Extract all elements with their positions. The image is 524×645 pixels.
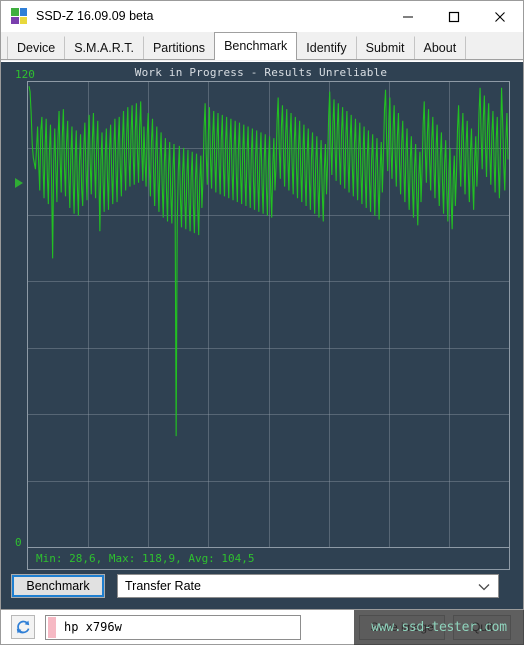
minimize-button[interactable] [385,1,431,32]
y-axis-max-label: 120 [15,68,35,81]
device-color-swatch [48,616,56,638]
maximize-button[interactable] [431,1,477,32]
tab-strip: Device S.M.A.R.T. Partitions Benchmark I… [1,32,523,60]
benchmark-stats-text: Min: 28,6, Max: 118,9, Avg: 104,5 [36,552,255,565]
benchmark-panel: Work in Progress - Results Unreliable 12… [1,61,523,609]
benchmark-run-button[interactable]: Benchmark [11,574,105,598]
app-grid-icon [11,8,27,24]
window-controls [385,1,523,32]
close-button[interactable] [477,1,523,32]
tab-identify[interactable]: Identify [296,36,357,59]
tab-device[interactable]: Device [7,36,66,59]
ssdz-window: SSD-Z 16.09.09 beta Device S.M.A.R.T. Pa… [0,0,524,610]
device-name-field[interactable]: hp x796w [45,614,301,640]
benchmark-controls: Benchmark Transfer Rate [11,574,511,598]
quit-button[interactable]: Quit [453,615,511,640]
current-value-marker [15,178,23,188]
title-bar: SSD-Z 16.09.09 beta [1,1,523,32]
save-image-button[interactable]: Save image [359,615,445,640]
tab-about[interactable]: About [413,36,467,59]
tab-benchmark[interactable]: Benchmark [214,32,298,60]
transfer-rate-trace [28,82,509,547]
y-axis-min-label: 0 [15,536,22,549]
screenshot-root: SSD-Z 16.09.09 beta Device S.M.A.R.T. Pa… [0,0,524,645]
refresh-icon[interactable] [11,615,35,639]
chart-warning-title: Work in Progress - Results Unreliable [134,66,388,79]
tab-partitions[interactable]: Partitions [142,36,216,59]
benchmark-mode-value: Transfer Rate [125,579,201,593]
chart-plot-area [27,81,510,548]
chevron-down-icon [478,575,490,599]
benchmark-chart: Work in Progress - Results Unreliable 12… [11,64,511,604]
tab-smart[interactable]: S.M.A.R.T. [64,36,144,59]
chart-stats-bar: Min: 28,6, Max: 118,9, Avg: 104,5 [27,548,510,570]
device-name-text: hp x796w [64,620,122,634]
benchmark-mode-select[interactable]: Transfer Rate [117,574,499,598]
device-bar: hp x796w Save image Quit [0,610,524,645]
tab-submit[interactable]: Submit [355,36,415,59]
window-title: SSD-Z 16.09.09 beta [36,8,154,23]
